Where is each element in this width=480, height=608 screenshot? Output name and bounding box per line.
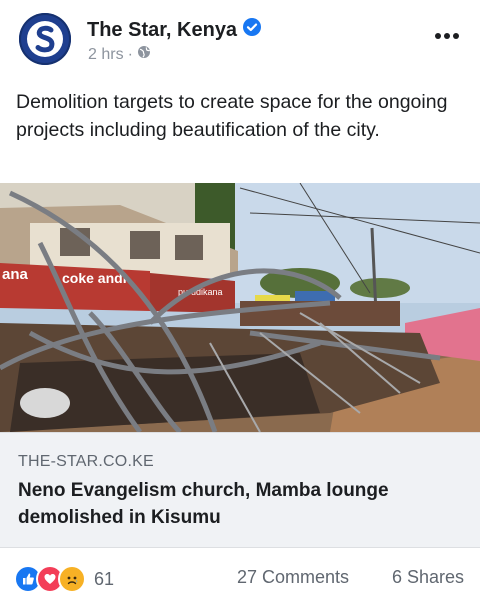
page-name-link[interactable]: The Star, Kenya	[87, 18, 262, 42]
verified-badge-icon	[243, 18, 262, 42]
demolition-photo: ana coke andi purudikana	[0, 183, 480, 432]
sign-text-coke: coke andi	[62, 270, 127, 286]
reaction-count: 61	[94, 568, 115, 589]
link-preview[interactable]: THE-STAR.CO.KE Neno Evangelism church, M…	[0, 432, 480, 548]
shares-count[interactable]: 6 Shares	[392, 567, 464, 588]
post-meta: 2 hrs ·	[88, 45, 151, 64]
post-text: Demolition targets to create space for t…	[16, 91, 448, 141]
post-header: The Star, Kenya 2 hrs ·	[0, 0, 480, 80]
meta-separator: ·	[127, 45, 133, 63]
sign-text-ana: ana	[2, 266, 29, 283]
link-domain: THE-STAR.CO.KE	[18, 453, 154, 470]
more-options-icon[interactable]	[434, 28, 460, 40]
star-logo-icon	[27, 21, 63, 57]
globe-icon	[137, 45, 151, 64]
comments-count[interactable]: 27 Comments	[237, 567, 349, 588]
page-avatar[interactable]	[19, 13, 71, 65]
sad-icon	[58, 565, 86, 593]
post-photo[interactable]: ana coke andi purudikana	[0, 183, 480, 432]
link-title[interactable]: Neno Evangelism church, Mamba lounge dem…	[18, 477, 458, 531]
post-time[interactable]: 2 hrs	[88, 46, 124, 64]
reactions-summary[interactable]: 61	[14, 565, 114, 593]
post-footer: 61 27 Comments 6 Shares	[0, 548, 480, 608]
page-name[interactable]: The Star, Kenya	[87, 19, 237, 42]
